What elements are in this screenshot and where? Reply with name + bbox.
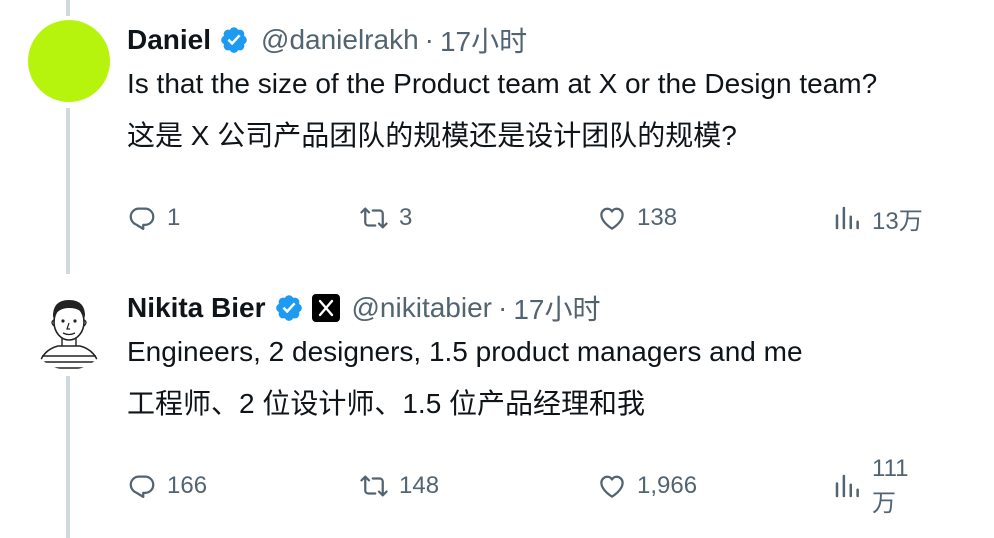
avatar[interactable] bbox=[28, 288, 110, 370]
views-button[interactable]: 13万 bbox=[832, 198, 923, 238]
reply-count: 1 bbox=[167, 204, 181, 231]
views-button[interactable]: 111万 bbox=[832, 455, 927, 517]
tweet-translation: 这是 X 公司产品团队的规模还是设计团队的规模? bbox=[127, 120, 737, 151]
separator: · bbox=[424, 24, 434, 55]
tweet-header: Nikita Bier @nikitabier · 17小时 bbox=[127, 286, 974, 330]
retweet-button[interactable]: 148 bbox=[359, 466, 439, 506]
author-handle[interactable]: @danielrakh bbox=[261, 24, 419, 56]
reply-icon bbox=[129, 475, 155, 498]
author-handle[interactable]: @nikitabier bbox=[352, 292, 492, 324]
timestamp[interactable]: 17小时 bbox=[440, 20, 527, 60]
tweet-actions: 1 3 138 13万 bbox=[127, 198, 927, 238]
views-count: 13万 bbox=[872, 207, 923, 235]
author-name[interactable]: Nikita Bier bbox=[127, 292, 266, 324]
avatar[interactable] bbox=[28, 20, 110, 102]
reply-button[interactable]: 166 bbox=[127, 466, 207, 506]
like-count: 138 bbox=[637, 204, 678, 231]
views-icon bbox=[835, 206, 859, 230]
like-icon bbox=[600, 207, 624, 230]
like-button[interactable]: 138 bbox=[597, 198, 677, 238]
timestamp[interactable]: 17小时 bbox=[513, 288, 600, 328]
x-logo-icon[interactable] bbox=[311, 294, 340, 322]
retweet-button[interactable]: 3 bbox=[359, 198, 412, 238]
tweet-text: Is that the size of the Product team at … bbox=[127, 68, 878, 99]
retweet-icon bbox=[360, 475, 388, 497]
retweet-count: 3 bbox=[399, 204, 413, 231]
verified-badge-icon[interactable] bbox=[219, 25, 249, 55]
thread-line bbox=[66, 108, 70, 274]
views-count: 111万 bbox=[872, 454, 909, 517]
tweet-header: Daniel @danielrakh · 17小时 bbox=[127, 18, 974, 62]
like-icon bbox=[600, 475, 624, 498]
verified-badge-icon[interactable] bbox=[274, 293, 304, 323]
like-button[interactable]: 1,966 bbox=[597, 466, 697, 506]
tweet-actions: 166 148 1,966 111万 bbox=[127, 455, 927, 517]
avatar-illustration bbox=[37, 300, 101, 369]
tweet-translation: 工程师、2 位设计师、1.5 位产品经理和我 bbox=[127, 388, 646, 419]
views-icon bbox=[835, 474, 859, 498]
author-name[interactable]: Daniel bbox=[127, 24, 211, 56]
tweet: Nikita Bier @nikitabier · 17小时 Engineers… bbox=[127, 286, 974, 517]
thread-line bbox=[66, 376, 70, 538]
tweet: Daniel @danielrakh · 17小时 Is that the si… bbox=[127, 18, 974, 235]
like-count: 1,966 bbox=[637, 472, 698, 499]
tweet-text: Engineers, 2 designers, 1.5 product mana… bbox=[127, 336, 803, 367]
reply-icon bbox=[129, 207, 155, 230]
reply-count: 166 bbox=[167, 472, 208, 499]
reply-button[interactable]: 1 bbox=[127, 198, 180, 238]
retweet-icon bbox=[360, 207, 388, 229]
thread-line bbox=[66, 0, 70, 16]
retweet-count: 148 bbox=[399, 472, 440, 499]
separator: · bbox=[497, 292, 508, 323]
